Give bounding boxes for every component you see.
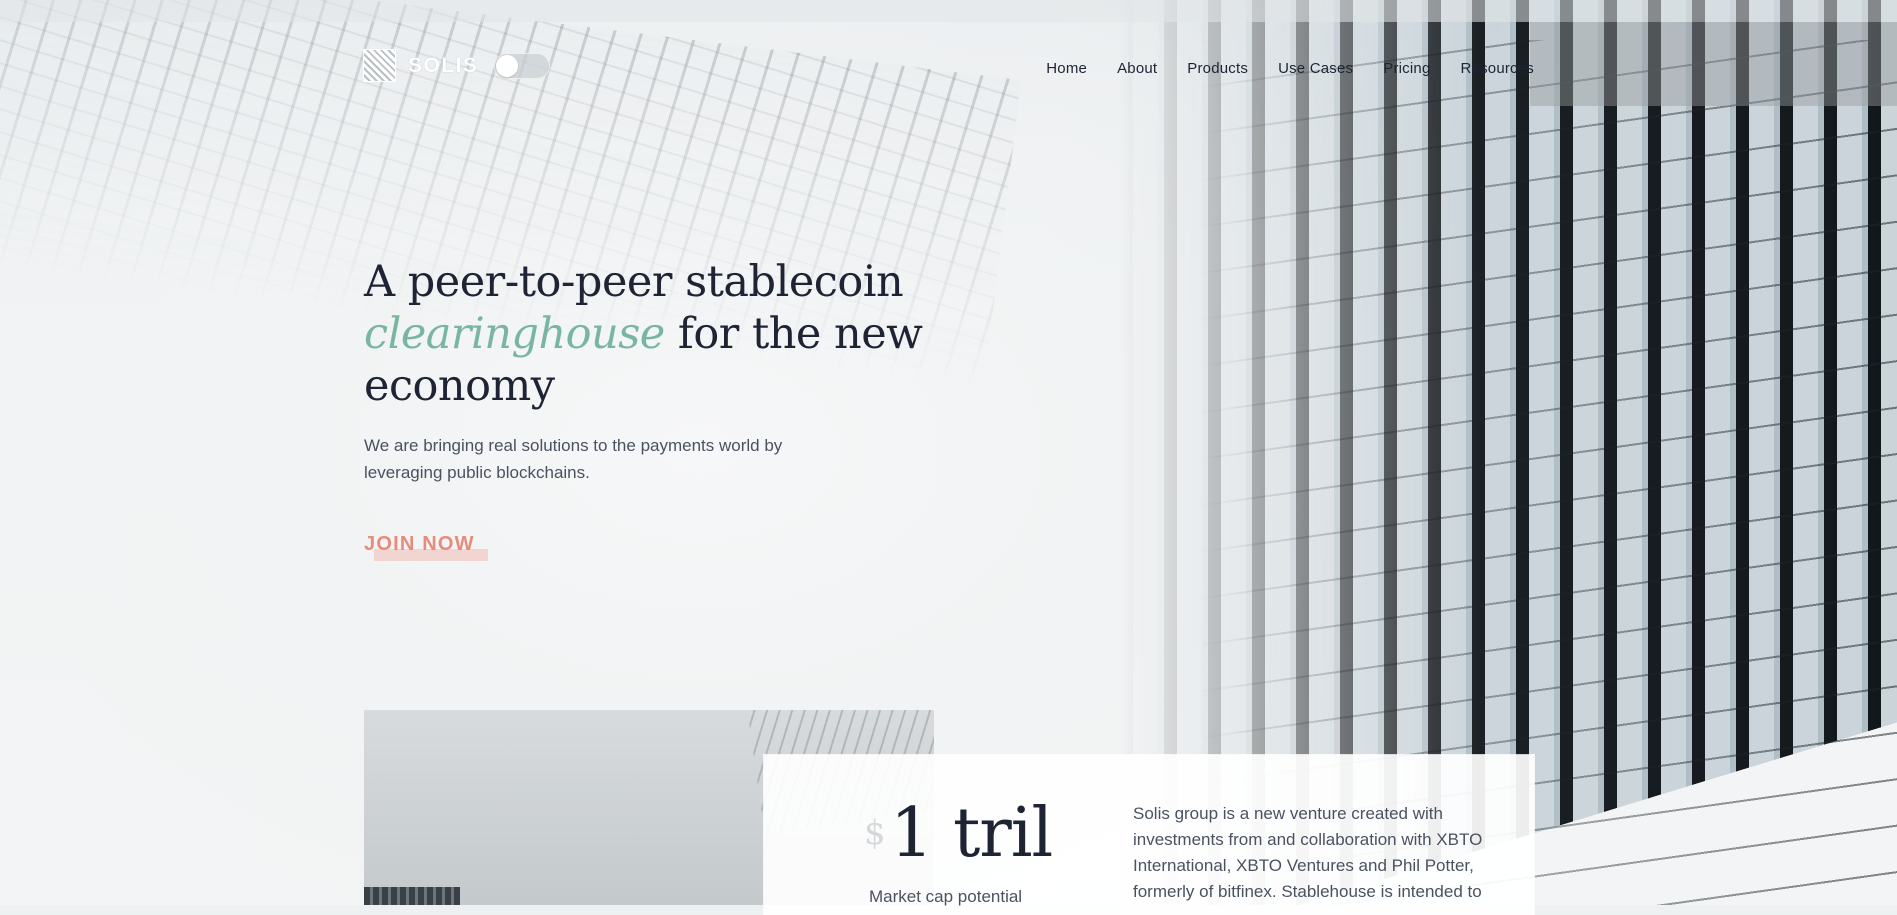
stat-label: Market cap potential [869, 887, 1023, 906]
brand-logo[interactable]: SOLIS [364, 50, 479, 81]
nav-item-use-cases[interactable]: Use Cases [1278, 60, 1353, 77]
hero-title-line1: A peer-to-peer stablecoin [364, 257, 904, 307]
main-nav: Home About Products Use Cases Pricing Re… [1046, 60, 1534, 77]
join-now-label: JOIN NOW [364, 533, 475, 555]
nav-item-resources[interactable]: Resources [1461, 60, 1535, 77]
toggle-knob [496, 55, 518, 77]
stats-card: $ 1 tril Market cap potential Solis grou… [764, 755, 1534, 915]
nav-item-pricing[interactable]: Pricing [1383, 60, 1430, 77]
brand-name: SOLIS [408, 53, 479, 77]
market-cap-stat: $ 1 tril [864, 799, 1053, 869]
nav-item-products[interactable]: Products [1187, 60, 1248, 77]
stat-currency: $ [864, 813, 886, 853]
hero-title: A peer-to-peer stablecoin clearinghouse … [364, 256, 1004, 412]
hero-section: A peer-to-peer stablecoin clearinghouse … [364, 256, 1004, 486]
woven-square-icon [364, 50, 395, 81]
about-paragraph: Solis group is a new venture created wit… [1133, 804, 1483, 901]
nav-item-home[interactable]: Home [1046, 60, 1087, 77]
stat-value: 1 tril [890, 794, 1053, 873]
nav-item-about[interactable]: About [1117, 60, 1157, 77]
join-now-button[interactable]: JOIN NOW [364, 533, 488, 561]
site-header: SOLIS Home About Products Use Cases Pric… [364, 48, 1534, 88]
nav-shade-band [1530, 22, 1897, 106]
top-band [0, 0, 1897, 22]
hero-title-accent: clearinghouse [364, 309, 665, 359]
hero-title-line2: for the new [664, 309, 923, 359]
hero-title-line3: economy [364, 361, 555, 411]
hero-subtitle: We are bringing real solutions to the pa… [364, 436, 783, 482]
theme-toggle[interactable] [494, 53, 550, 79]
